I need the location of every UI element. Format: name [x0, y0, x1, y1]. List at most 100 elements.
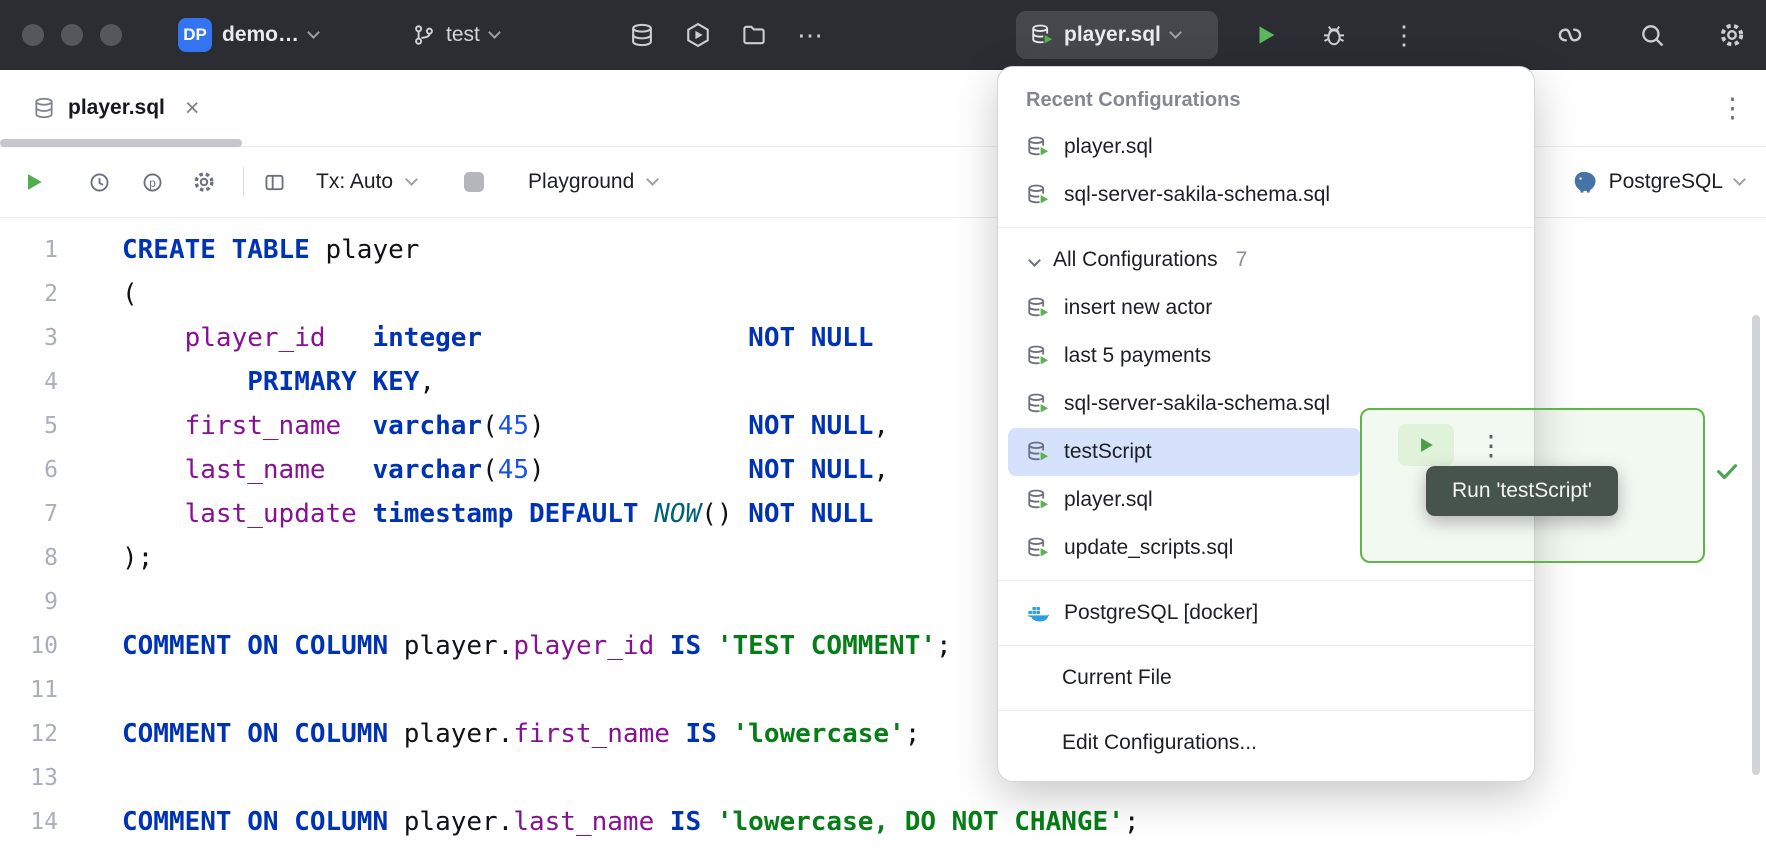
popup-divider — [998, 710, 1534, 711]
vcs-widget[interactable]: test — [412, 0, 499, 70]
code-line[interactable]: ); — [122, 536, 1140, 580]
tab-scrollbar[interactable] — [0, 139, 242, 147]
inspection-status-icon[interactable] — [1714, 458, 1740, 484]
app-window: DP demo… test — [0, 0, 1766, 850]
sql-run-config-icon — [1026, 392, 1050, 416]
line-number: 12 — [0, 712, 58, 756]
tab-close-button[interactable]: × — [185, 96, 200, 121]
chevron-down-icon — [405, 173, 418, 186]
code-line[interactable]: COMMENT ON COLUMN player.last_name IS 'l… — [122, 800, 1140, 844]
profiler-letter: p — [149, 175, 156, 189]
more-actions-button[interactable]: ⋮ — [1478, 424, 1504, 466]
run-button-titlebar[interactable] — [1246, 0, 1286, 70]
code-line[interactable]: PRIMARY KEY, — [122, 360, 1140, 404]
run-actions-overlay: ⋮ Run 'testScript' — [1360, 408, 1705, 563]
config-item[interactable]: sql-server-sakila-schema.sql — [998, 171, 1534, 219]
editor-scrollbar[interactable] — [1752, 315, 1760, 775]
window-zoom-button[interactable] — [100, 24, 122, 46]
code-line[interactable]: ( — [122, 272, 1140, 316]
code-line[interactable] — [122, 668, 1140, 712]
run-tooltip: Run 'testScript' — [1426, 466, 1618, 516]
code-line[interactable]: first_name varchar(45) NOT NULL, — [122, 404, 1140, 448]
tx-mode-dropdown[interactable]: Tx: Auto — [316, 170, 416, 194]
config-item[interactable]: last 5 payments — [998, 332, 1534, 380]
gear-icon — [1712, 15, 1752, 55]
config-label: insert new actor — [1064, 296, 1212, 320]
config-item-selected[interactable]: testScript — [1008, 428, 1361, 476]
postgresql-icon — [1571, 169, 1597, 195]
code-line[interactable]: COMMENT ON COLUMN player.first_name IS '… — [122, 712, 1140, 756]
line-number: 13 — [0, 756, 58, 800]
titlebar-tool-icons: ⋯ — [622, 0, 830, 70]
line-number: 7 — [0, 492, 58, 536]
line-number: 6 — [0, 448, 58, 492]
popup-divider — [998, 645, 1534, 646]
search-everywhere-button[interactable] — [1632, 0, 1672, 70]
code-line[interactable]: CREATE TABLE player — [122, 228, 1140, 272]
project-avatar: DP — [178, 18, 212, 52]
chevron-down-icon — [307, 26, 320, 39]
services-button[interactable] — [678, 15, 718, 55]
config-item[interactable]: insert new actor — [998, 284, 1534, 332]
stop-button[interactable] — [456, 164, 492, 200]
sql-run-config-icon — [1026, 135, 1050, 159]
ai-assistant-button[interactable] — [1550, 0, 1590, 70]
line-number: 11 — [0, 668, 58, 712]
profiler-button[interactable]: p — [134, 164, 170, 200]
sql-run-config-icon — [1030, 23, 1054, 47]
project-widget[interactable]: DP demo… — [178, 0, 318, 70]
debug-button[interactable] — [1314, 0, 1354, 70]
popup-divider — [998, 580, 1534, 581]
sql-run-config-icon — [1026, 536, 1050, 560]
more-toolbar-actions-button[interactable]: ⋯ — [790, 15, 830, 55]
run-button[interactable] — [1398, 424, 1454, 466]
config-label: sql-server-sakila-schema.sql — [1064, 183, 1330, 207]
console-dropdown[interactable]: Playground — [528, 170, 657, 194]
config-item[interactable]: player.sql — [998, 123, 1534, 171]
search-icon — [1632, 15, 1672, 55]
console-settings-button[interactable] — [186, 164, 222, 200]
inline-results-toggle[interactable] — [256, 164, 292, 200]
settings-button[interactable] — [1712, 0, 1752, 70]
more-run-actions-button[interactable]: ⋮ — [1384, 0, 1424, 70]
edit-configurations-item[interactable]: Edit Configurations... — [998, 719, 1534, 767]
datasource-label: PostgreSQL [docker] — [1064, 601, 1258, 625]
history-button[interactable] — [81, 164, 117, 200]
branch-name: test — [446, 23, 480, 47]
all-configurations-toggle[interactable]: All Configurations 7 — [998, 236, 1534, 284]
tabbar-options-button[interactable]: ⋮ — [1719, 70, 1746, 146]
line-number: 3 — [0, 316, 58, 360]
config-label: testScript — [1064, 440, 1152, 464]
docker-icon — [1026, 601, 1050, 625]
line-number: 5 — [0, 404, 58, 448]
run-icon — [1246, 15, 1286, 55]
sql-run-config-icon — [1026, 440, 1050, 464]
code-line[interactable]: last_name varchar(45) NOT NULL, — [122, 448, 1140, 492]
database-tool-button[interactable] — [622, 15, 662, 55]
editor-tab-player-sql[interactable]: player.sql × — [16, 70, 216, 146]
window-minimize-button[interactable] — [61, 24, 83, 46]
config-label: update_scripts.sql — [1064, 536, 1233, 560]
dialect-selector[interactable]: PostgreSQL — [1571, 169, 1744, 195]
project-folder-button[interactable] — [734, 15, 774, 55]
chevron-down-icon — [488, 26, 501, 39]
code-line[interactable] — [122, 756, 1140, 800]
project-name: demo… — [222, 23, 299, 47]
line-number: 10 — [0, 624, 58, 668]
run-configuration-selector[interactable]: player.sql — [1016, 11, 1218, 59]
code-line[interactable]: player_id integer NOT NULL — [122, 316, 1140, 360]
ai-assistant-icon — [1550, 15, 1590, 55]
dialect-label: PostgreSQL — [1609, 170, 1723, 194]
configurations-count: 7 — [1236, 248, 1248, 272]
selected-run-config: player.sql — [1064, 23, 1161, 47]
current-file-item[interactable]: Current File — [998, 654, 1534, 702]
window-close-button[interactable] — [22, 24, 44, 46]
code-line[interactable]: COMMENT ON COLUMN player.player_id IS 'T… — [122, 624, 1140, 668]
code-line[interactable] — [122, 580, 1140, 624]
code-lines[interactable]: CREATE TABLE player( player_id integer N… — [122, 228, 1140, 844]
code-line[interactable]: last_update timestamp DEFAULT NOW() NOT … — [122, 492, 1140, 536]
execute-button[interactable] — [16, 164, 52, 200]
datasource-item[interactable]: PostgreSQL [docker] — [998, 589, 1534, 637]
config-label: player.sql — [1064, 135, 1153, 159]
popup-header: Recent Configurations — [998, 77, 1534, 123]
